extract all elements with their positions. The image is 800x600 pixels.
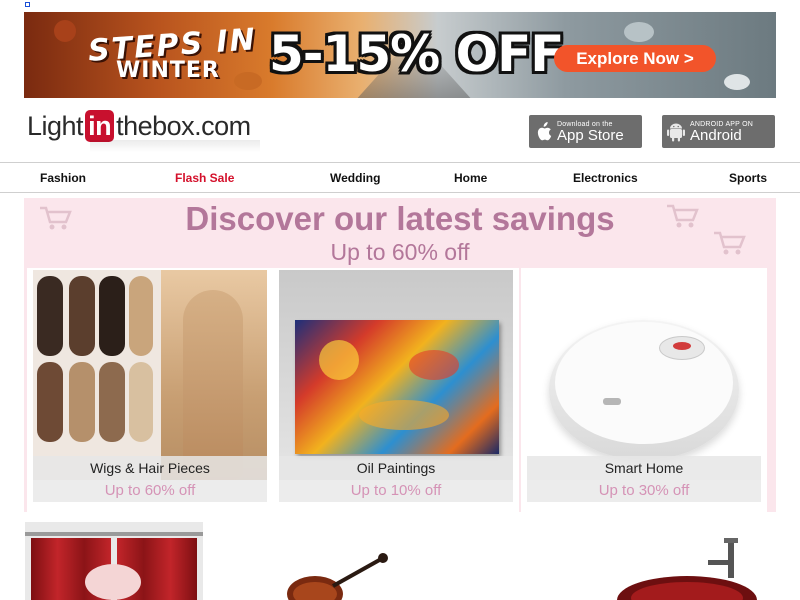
banner-headline-line2: WINTER xyxy=(116,58,220,83)
robot-vacuum-image xyxy=(527,270,761,480)
app-store-button[interactable]: Download on the App Store xyxy=(529,115,642,148)
apple-icon xyxy=(529,121,557,142)
android-app-button[interactable]: ANDROID APP ON Android xyxy=(662,115,775,148)
page: STEPS IN WINTER 5-15% OFF Explore Now > … xyxy=(0,0,800,600)
logo-text-left: Light xyxy=(27,110,84,141)
promo-banner[interactable]: STEPS IN WINTER 5-15% OFF Explore Now > xyxy=(24,12,776,98)
card-discount-smart-home: Up to 30% off xyxy=(527,480,761,502)
foliage-decoration xyxy=(234,72,262,90)
nav-item-sports[interactable]: Sports xyxy=(729,163,767,193)
nav-item-home[interactable]: Home xyxy=(454,163,487,193)
card-discount-wigs: Up to 60% off xyxy=(33,480,267,502)
nav-item-electronics[interactable]: Electronics xyxy=(573,163,638,193)
savings-title: Discover our latest savings xyxy=(185,200,615,237)
android-icon xyxy=(662,122,690,142)
category-card-smart-home[interactable]: Smart Home Up to 30% off xyxy=(521,268,767,512)
card-name-wigs: Wigs & Hair Pieces xyxy=(33,456,267,480)
card-name-smart-home: Smart Home xyxy=(527,456,761,480)
oil-painting-image xyxy=(279,270,513,480)
snow-decoration xyxy=(624,22,654,42)
savings-subtitle: Up to 60% off xyxy=(330,239,470,265)
curtains-image[interactable] xyxy=(25,522,203,600)
logo-text-in: in xyxy=(85,110,115,142)
site-logo[interactable]: Light in thebox.com xyxy=(27,108,251,144)
card-discount-oil-paintings: Up to 10% off xyxy=(279,480,513,502)
nav-item-fashion[interactable]: Fashion xyxy=(40,163,86,193)
app-store-big-text: App Store xyxy=(557,126,624,144)
foliage-decoration xyxy=(54,20,76,42)
bathroom-sink-image[interactable] xyxy=(612,538,772,600)
wigs-image xyxy=(33,270,267,480)
violin-image[interactable] xyxy=(285,550,405,600)
snow-decoration xyxy=(724,74,750,90)
logo-reflection xyxy=(90,140,260,152)
card-name-oil-paintings: Oil Paintings xyxy=(279,456,513,480)
category-card-wigs[interactable]: Wigs & Hair Pieces Up to 60% off xyxy=(27,268,273,512)
category-nav: Fashion Flash Sale Wedding Home Electron… xyxy=(0,162,800,193)
android-big-text: Android xyxy=(690,126,742,144)
logo-text-right: thebox.com xyxy=(116,110,251,141)
nav-item-flash-sale[interactable]: Flash Sale xyxy=(175,163,234,193)
category-card-oil-paintings[interactable]: Oil Paintings Up to 10% off xyxy=(273,268,519,512)
broken-image-icon xyxy=(25,2,30,7)
explore-now-button[interactable]: Explore Now > xyxy=(554,45,716,72)
nav-item-wedding[interactable]: Wedding xyxy=(330,163,380,193)
banner-discount: 5-15% OFF xyxy=(269,25,564,83)
